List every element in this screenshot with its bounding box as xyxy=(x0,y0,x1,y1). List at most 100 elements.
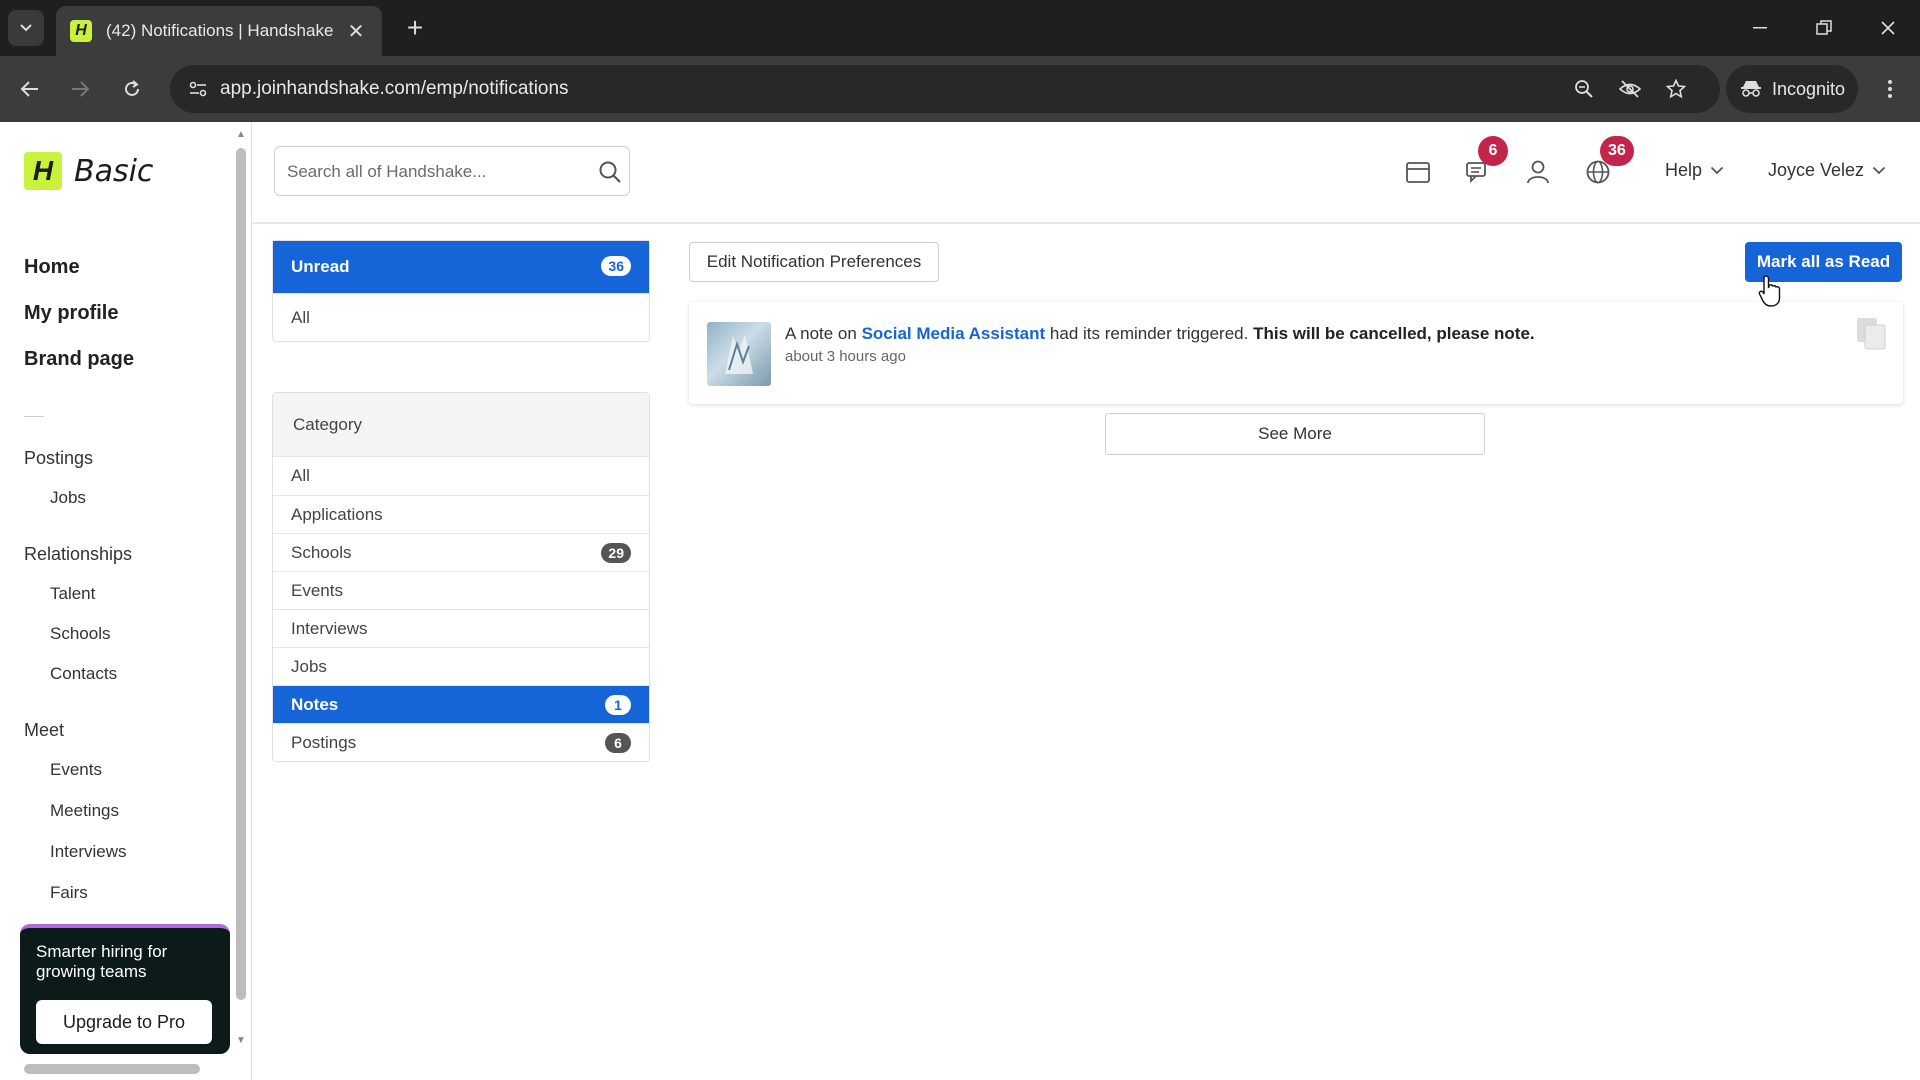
nav-my-profile[interactable]: My profile xyxy=(24,302,118,325)
chevron-down-icon xyxy=(1872,166,1886,175)
scroll-down-arrow-icon[interactable]: ▼ xyxy=(235,1036,247,1046)
promo-text: Smarter hiring for growing teams xyxy=(36,942,168,981)
minimize-window-button[interactable] xyxy=(1738,10,1782,46)
new-tab-button[interactable]: + xyxy=(398,12,432,46)
category-label: All xyxy=(291,466,310,485)
incognito-label: Incognito xyxy=(1772,78,1846,99)
upgrade-to-pro-button[interactable]: Upgrade to Pro xyxy=(36,1000,212,1044)
notification-thumbnail xyxy=(707,322,771,386)
notification-item[interactable]: A note on Social Media Assistant had its… xyxy=(689,302,1903,404)
incognito-icon xyxy=(1741,81,1761,97)
reload-button[interactable] xyxy=(114,71,150,107)
user-name: Joyce Velez xyxy=(1768,160,1865,180)
notification-emphasis: This will be cancelled, please note. xyxy=(1253,324,1535,343)
chevron-down-icon xyxy=(1710,166,1724,175)
calendar-icon[interactable] xyxy=(1402,156,1434,188)
notification-prefix: A note on xyxy=(785,324,862,343)
help-menu[interactable]: Help xyxy=(1665,160,1724,181)
category-label: Notes xyxy=(291,694,339,714)
close-tab-icon[interactable]: ✕ xyxy=(344,19,368,44)
browser-toolbar: app.joinhandshake.com/emp/notifications … xyxy=(0,56,1920,122)
nav-section-relationships[interactable]: Relationships xyxy=(24,544,132,565)
nav-item-schools[interactable]: Schools xyxy=(50,624,110,644)
scroll-up-arrow-icon[interactable]: ▲ xyxy=(235,130,247,140)
sidebar-horizontal-scrollbar[interactable] xyxy=(8,1062,224,1076)
hscrollbar-thumb[interactable] xyxy=(24,1064,200,1074)
chevron-down-icon xyxy=(20,24,32,32)
nav-item-jobs[interactable]: Jobs xyxy=(50,488,86,508)
back-button[interactable] xyxy=(12,71,48,107)
filter-all[interactable]: All xyxy=(273,293,649,341)
search-box xyxy=(274,146,630,196)
category-label: Events xyxy=(291,580,343,600)
nav-item-fairs[interactable]: Fairs xyxy=(50,883,88,903)
forward-button[interactable] xyxy=(62,71,98,107)
category-events[interactable]: Events xyxy=(273,571,649,609)
help-label: Help xyxy=(1665,160,1703,180)
nav-item-meetings[interactable]: Meetings xyxy=(50,801,119,821)
scrollbar-thumb[interactable] xyxy=(236,148,246,1000)
category-interviews[interactable]: Interviews xyxy=(273,609,649,647)
nav-item-interviews[interactable]: Interviews xyxy=(50,842,127,862)
filter-all-label: All xyxy=(291,307,310,327)
search-icon[interactable] xyxy=(597,159,623,185)
sidebar-vertical-scrollbar[interactable]: ▲ ▼ xyxy=(234,128,248,1046)
category-notes[interactable]: Notes 1 xyxy=(273,685,649,723)
sidebar-divider xyxy=(24,416,44,417)
upgrade-promo-card: Smarter hiring for growing teams Upgrade… xyxy=(20,924,230,1054)
category-applications[interactable]: Applications xyxy=(273,495,649,533)
address-bar[interactable]: app.joinhandshake.com/emp/notifications xyxy=(170,65,1720,113)
close-window-button[interactable] xyxy=(1866,10,1910,46)
category-count-badge: 6 xyxy=(605,733,631,753)
reload-icon xyxy=(125,80,139,96)
arrow-right-icon xyxy=(72,81,90,97)
edit-notification-preferences-button[interactable]: Edit Notification Preferences xyxy=(689,242,939,282)
top-header: 6 36 Help Joyce Velez xyxy=(252,122,1920,224)
arrow-left-icon xyxy=(20,81,38,97)
handshake-favicon-icon: H xyxy=(70,20,92,42)
site-settings-icon[interactable] xyxy=(182,73,214,105)
nav-item-talent[interactable]: Talent xyxy=(50,584,95,604)
copy-icon[interactable] xyxy=(1855,316,1889,352)
notifications-badge: 36 xyxy=(1600,136,1634,166)
restore-window-button[interactable] xyxy=(1802,10,1846,46)
category-postings[interactable]: Postings 6 xyxy=(273,723,649,761)
posting-link[interactable]: Social Media Assistant xyxy=(862,324,1046,343)
category-label: Jobs xyxy=(291,656,327,676)
category-label: Applications xyxy=(291,504,383,524)
browser-menu-button[interactable] xyxy=(1872,71,1908,107)
notification-message: A note on Social Media Assistant had its… xyxy=(785,324,1535,344)
user-menu[interactable]: Joyce Velez xyxy=(1768,160,1886,181)
filter-unread-label: Unread xyxy=(291,257,350,276)
category-all[interactable]: All xyxy=(273,457,649,495)
category-count-badge: 1 xyxy=(605,695,631,715)
nav-section-postings[interactable]: Postings xyxy=(24,448,93,469)
plan-name: Basic xyxy=(74,153,154,189)
category-list: All Applications Schools 29 Events Interviews… xyxy=(273,457,649,761)
category-heading: Category xyxy=(273,393,649,457)
browser-tab[interactable]: H (42) Notifications | Handshake ✕ xyxy=(56,6,382,56)
category-jobs[interactable]: Jobs xyxy=(273,647,649,685)
category-label: Postings xyxy=(291,732,357,752)
zoom-icon[interactable] xyxy=(1568,73,1600,105)
filter-unread[interactable]: Unread 36 xyxy=(273,241,649,293)
nav-section-meet[interactable]: Meet xyxy=(24,720,64,741)
eye-off-icon[interactable] xyxy=(1614,73,1646,105)
notification-middle: had its reminder triggered. xyxy=(1045,324,1254,343)
unread-count-badge: 36 xyxy=(601,256,631,276)
category-label: Interviews xyxy=(291,618,368,638)
search-input[interactable] xyxy=(287,159,577,185)
tab-search-button[interactable] xyxy=(8,10,44,46)
bookmark-star-icon[interactable] xyxy=(1660,73,1692,105)
handshake-logo[interactable]: H Basic xyxy=(24,152,153,190)
user-icon[interactable] xyxy=(1522,156,1554,188)
nav-item-events[interactable]: Events xyxy=(50,760,102,780)
messages-badge: 6 xyxy=(1478,136,1508,166)
incognito-indicator[interactable]: Incognito xyxy=(1726,65,1858,113)
nav-brand-page[interactable]: Brand page xyxy=(24,348,134,371)
nav-home[interactable]: Home xyxy=(24,256,80,279)
category-schools[interactable]: Schools 29 xyxy=(273,533,649,571)
nav-item-contacts[interactable]: Contacts xyxy=(50,664,117,684)
handshake-logo-icon: H xyxy=(24,152,62,190)
see-more-button[interactable]: See More xyxy=(1105,413,1485,455)
